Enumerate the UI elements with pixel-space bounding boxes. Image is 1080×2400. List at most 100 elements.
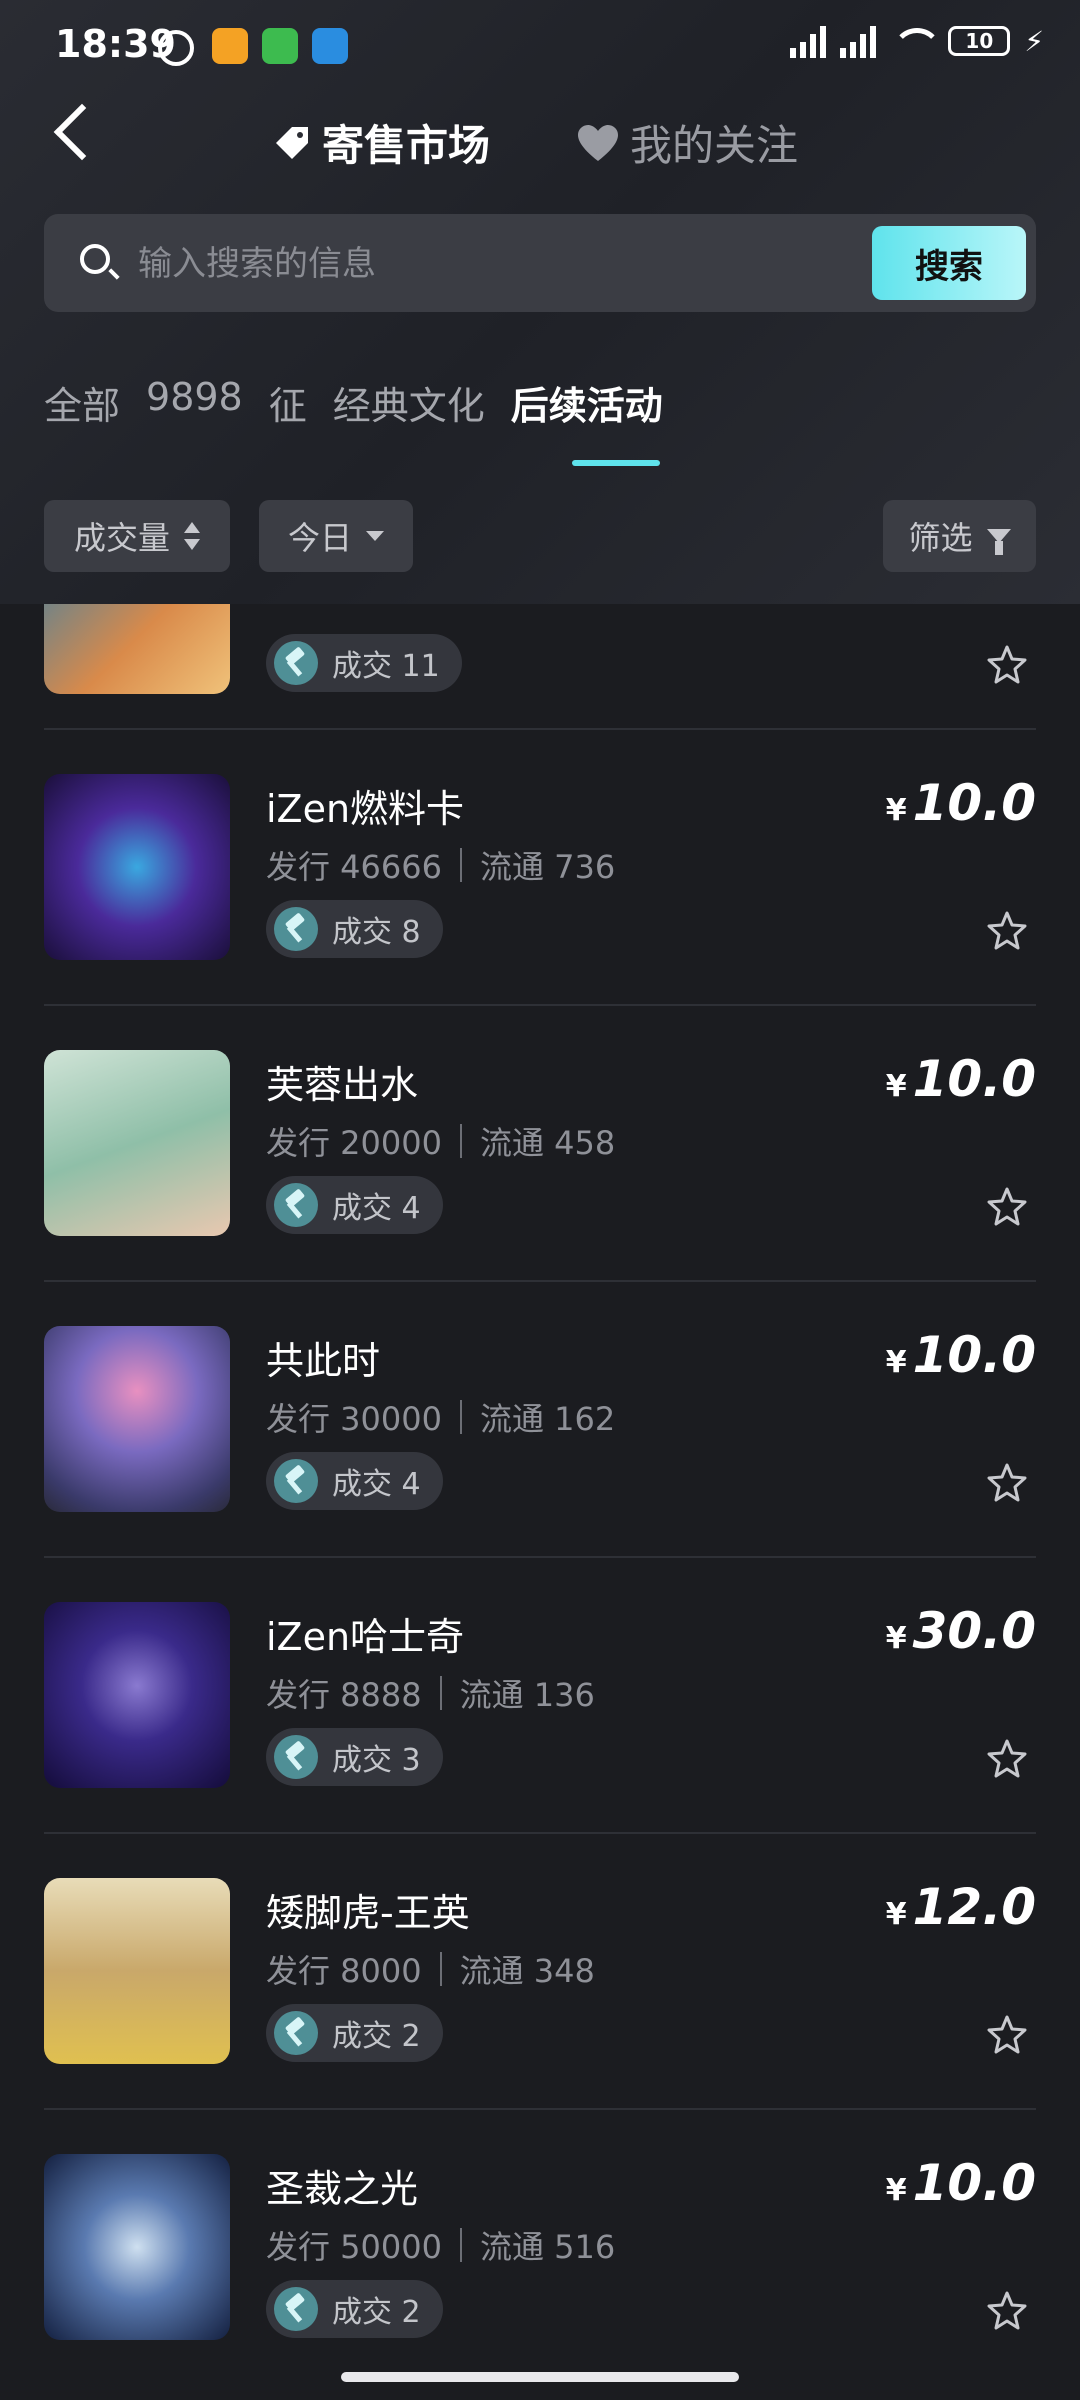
list-item[interactable]: 矮脚虎-王英 发行 8000 流通 348 成交 2 ¥ 12.0 <box>44 1834 1036 2108</box>
meta-divider <box>459 848 462 882</box>
issue-count: 发行 30000 <box>266 1400 442 1438</box>
tab-market-label: 寄售市场 <box>322 121 491 170</box>
hammer-icon <box>274 641 318 685</box>
back-button[interactable] <box>40 100 120 180</box>
period-dropdown[interactable]: 今日 <box>259 500 413 572</box>
circulation-count: 流通 348 <box>459 1952 595 1990</box>
item-thumbnail <box>44 1050 230 1236</box>
battery-icon: 10 <box>948 26 1011 56</box>
tab-market[interactable]: 寄售市场 <box>272 112 490 173</box>
deal-count-badge: 成交 3 <box>266 1728 443 1786</box>
tab-zheng[interactable]: 征 <box>269 375 307 430</box>
meta-divider <box>439 1952 442 1986</box>
star-icon[interactable] <box>986 1462 1028 1504</box>
meta-divider <box>459 1400 462 1434</box>
star-icon[interactable] <box>986 2014 1028 2056</box>
heart-icon <box>578 124 618 161</box>
star-icon[interactable] <box>986 2290 1028 2332</box>
deal-count-badge: 成交 2 <box>266 2004 443 2062</box>
star-icon[interactable] <box>986 910 1028 952</box>
list-item[interactable]: iZen燃料卡 发行 46666 流通 736 成交 8 ¥ 10.0 <box>44 730 1036 1004</box>
item-meta: 发行 50000 流通 516 <box>266 2222 615 2268</box>
price-value: 30.0 <box>912 1602 1036 1660</box>
issue-count: 发行 46666 <box>266 848 442 886</box>
item-price: ¥ 10.0 <box>886 2154 1036 2212</box>
issue-count: 发行 8888 <box>266 1676 422 1714</box>
item-thumbnail <box>44 1602 230 1788</box>
deal-count-badge: 成交 4 <box>266 1452 443 1510</box>
notification-app-icon <box>212 28 248 64</box>
item-title: 矮脚虎-王英 <box>266 1891 470 1935</box>
hammer-icon <box>274 2287 318 2331</box>
item-thumbnail <box>44 1326 230 1512</box>
tab-follow-label: 我的关注 <box>630 121 799 170</box>
list-item[interactable]: 成交 11 <box>44 604 1036 738</box>
deal-count-badge: 成交 4 <box>266 1176 443 1234</box>
circulation-count: 流通 736 <box>479 848 616 886</box>
filter-label: 筛选 <box>908 519 973 557</box>
price-value: 10.0 <box>912 1050 1036 1108</box>
period-label: 今日 <box>287 519 352 557</box>
notification-upload-icon <box>312 28 348 64</box>
list-item[interactable]: 共此时 发行 30000 流通 162 成交 4 ¥ 10.0 <box>44 1282 1036 1556</box>
issue-count: 发行 20000 <box>266 1124 442 1162</box>
deal-count: 成交 8 <box>332 915 421 950</box>
circulation-count: 流通 162 <box>479 1400 616 1438</box>
filter-button[interactable]: 筛选 <box>883 500 1036 572</box>
item-price: ¥ 10.0 <box>886 1050 1036 1108</box>
charging-icon: ⚡ <box>1024 24 1044 58</box>
issue-count: 发行 50000 <box>266 2228 442 2266</box>
hammer-icon <box>274 1735 318 1779</box>
list-item[interactable]: 芙蓉出水 发行 20000 流通 458 成交 4 ¥ 10.0 <box>44 1006 1036 1280</box>
deal-count: 成交 2 <box>332 2019 421 2054</box>
list-item[interactable]: 圣裁之光 发行 50000 流通 516 成交 2 ¥ 10.0 <box>44 2110 1036 2356</box>
search-bar: 搜索 <box>44 214 1036 312</box>
star-icon[interactable] <box>986 644 1028 686</box>
product-list: 成交 11 iZen燃料卡 发行 46666 流通 736 成交 8 ¥ 10.… <box>0 604 1080 2356</box>
currency-symbol: ¥ <box>885 2173 907 2208</box>
item-meta: 发行 8888 流通 136 <box>266 1670 595 1716</box>
item-title: iZen哈士奇 <box>266 1615 465 1659</box>
tab-classic-culture[interactable]: 经典文化 <box>333 375 485 430</box>
tab-follow-up-events[interactable]: 后续活动 <box>511 375 663 430</box>
circulation-count: 流通 516 <box>479 2228 616 2266</box>
back-arrow-icon <box>53 103 111 161</box>
star-icon[interactable] <box>986 1186 1028 1228</box>
item-thumbnail <box>44 604 230 694</box>
item-title: 芙蓉出水 <box>266 1063 419 1107</box>
meta-divider <box>439 1676 442 1710</box>
hammer-icon <box>274 907 318 951</box>
item-title: 圣裁之光 <box>266 2167 419 2211</box>
list-item[interactable]: iZen哈士奇 发行 8888 流通 136 成交 3 ¥ 30.0 <box>44 1558 1036 1832</box>
search-button[interactable]: 搜索 <box>872 226 1026 300</box>
price-value: 10.0 <box>912 2154 1036 2212</box>
item-meta: 发行 46666 流通 736 <box>266 842 615 888</box>
sort-updown-icon <box>184 522 200 550</box>
sort-label: 成交量 <box>73 519 170 557</box>
deal-count: 成交 4 <box>332 1467 421 1502</box>
item-meta: 发行 8000 流通 348 <box>266 1946 595 1992</box>
deal-count-badge: 成交 11 <box>266 634 462 692</box>
item-title: iZen燃料卡 <box>266 787 465 831</box>
tab-9898[interactable]: 9898 <box>146 375 243 430</box>
tag-icon <box>276 126 308 159</box>
tab-all[interactable]: 全部 <box>44 375 120 430</box>
sort-volume-button[interactable]: 成交量 <box>44 500 230 572</box>
home-indicator[interactable] <box>341 2372 739 2382</box>
item-price: ¥ 10.0 <box>886 774 1036 832</box>
deal-count: 成交 11 <box>332 649 440 684</box>
deal-count: 成交 3 <box>332 1743 421 1778</box>
search-input[interactable] <box>136 234 900 294</box>
currency-symbol: ¥ <box>885 793 907 828</box>
currency-symbol: ¥ <box>885 1345 907 1380</box>
signal-icon <box>790 24 827 58</box>
active-tab-indicator <box>572 460 660 466</box>
star-icon[interactable] <box>986 1738 1028 1780</box>
alarm-icon <box>158 30 194 66</box>
circulation-count: 流通 136 <box>459 1676 595 1714</box>
tab-follow[interactable]: 我的关注 <box>576 112 798 173</box>
category-tabs: 全部 9898 征 经典文化 后续活动 <box>44 375 663 430</box>
chevron-down-icon <box>366 531 384 541</box>
signal-icon <box>840 24 877 58</box>
item-thumbnail <box>44 2154 230 2340</box>
